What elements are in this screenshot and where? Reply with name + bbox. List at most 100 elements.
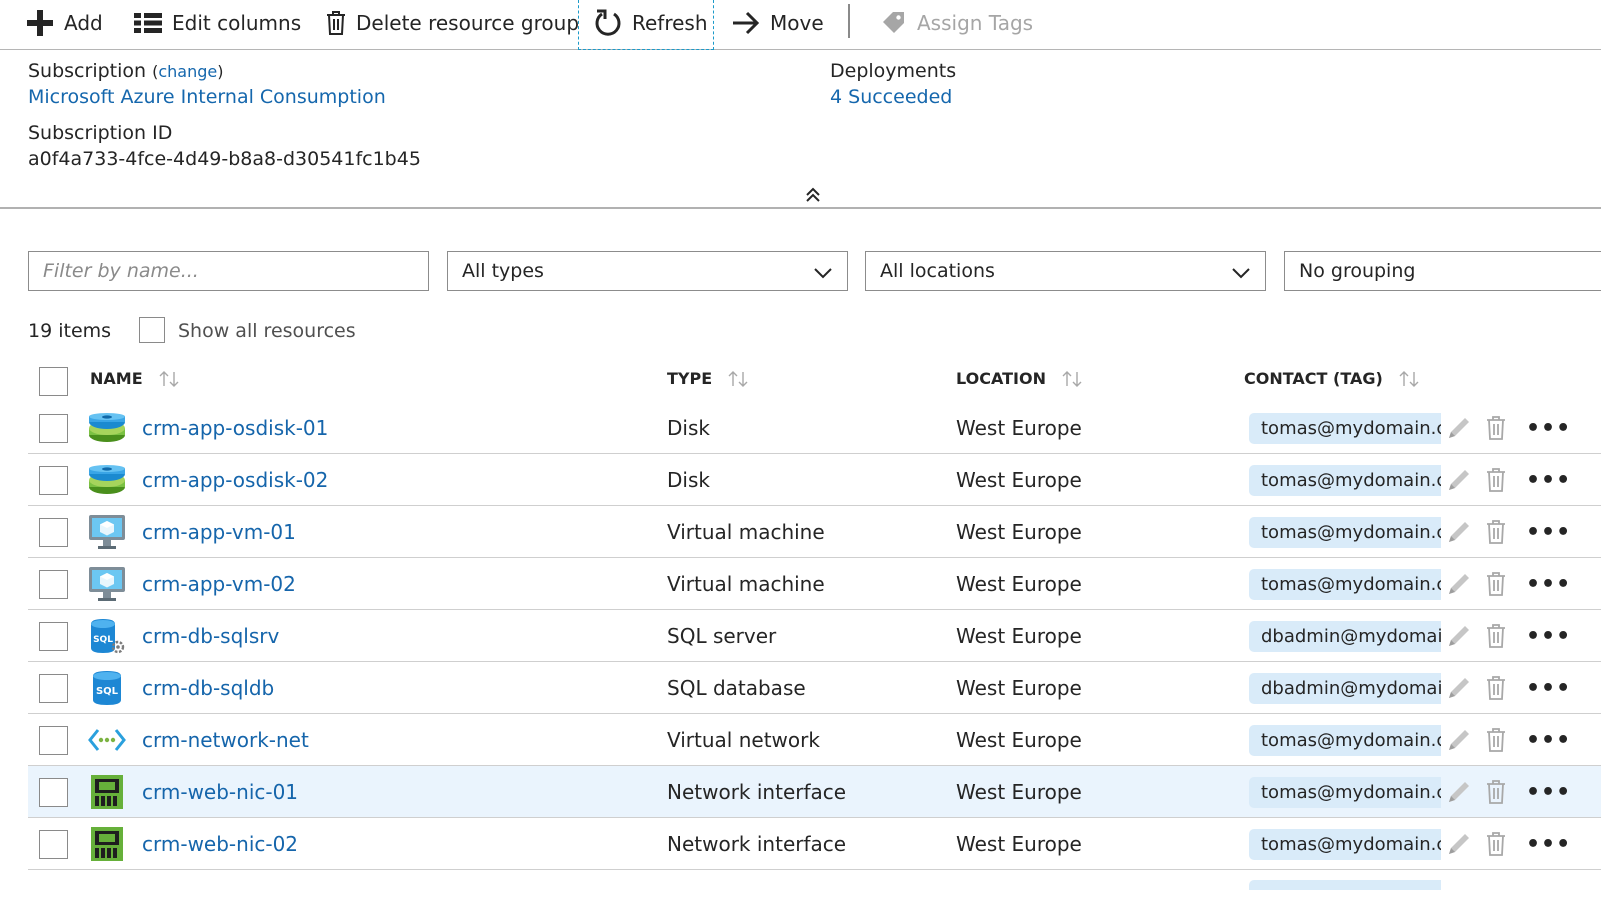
- row-checkbox[interactable]: [39, 830, 68, 859]
- resource-location: West Europe: [956, 832, 1082, 856]
- show-all-resources-checkbox[interactable]: [139, 317, 165, 343]
- types-dropdown[interactable]: All types: [447, 251, 848, 291]
- sort-icon: [1399, 370, 1419, 388]
- more-options-button[interactable]: •••: [1526, 832, 1571, 857]
- edit-columns-button[interactable]: Edit columns: [134, 0, 301, 46]
- resource-name-link[interactable]: crm-app-vm-02: [142, 572, 296, 596]
- resource-location: West Europe: [956, 520, 1082, 544]
- resource-location: West Europe: [956, 572, 1082, 596]
- pencil-icon[interactable]: [1443, 674, 1473, 708]
- table-row[interactable]: crm-web-nic-01 Network interface West Eu…: [28, 766, 1601, 818]
- table-row[interactable]: SQL crm-db-sqlsrv SQL server West Europe…: [28, 610, 1601, 662]
- trash-icon[interactable]: [1486, 728, 1506, 756]
- change-subscription-link[interactable]: change: [158, 62, 217, 81]
- pencil-icon[interactable]: [1443, 726, 1473, 760]
- trash-icon[interactable]: [1486, 572, 1506, 600]
- resource-name-link[interactable]: crm-app-osdisk-02: [142, 468, 328, 492]
- table-row[interactable]: SQL crm-db-sqldb SQL database West Europ…: [28, 662, 1601, 714]
- more-options-button[interactable]: •••: [1526, 676, 1571, 701]
- row-checkbox[interactable]: [39, 518, 68, 547]
- more-options-button[interactable]: •••: [1526, 572, 1571, 597]
- pencil-icon[interactable]: [1443, 570, 1473, 604]
- row-checkbox[interactable]: [39, 674, 68, 703]
- refresh-button[interactable]: Refresh: [594, 0, 708, 46]
- resource-type: Virtual machine: [667, 520, 825, 544]
- resource-name-link[interactable]: crm-network-net: [142, 728, 309, 752]
- pencil-icon[interactable]: [1443, 778, 1473, 812]
- table-row[interactable]: crm-network-net Virtual network West Eur…: [28, 714, 1601, 766]
- contact-tag: tomas@mydomain.co: [1249, 777, 1441, 808]
- subscription-label: Subscription (change): [28, 60, 224, 82]
- types-dropdown-value: All types: [462, 260, 544, 282]
- trash-icon[interactable]: [1486, 468, 1506, 496]
- move-label: Move: [770, 11, 824, 35]
- svg-text:SQL: SQL: [93, 635, 113, 645]
- deployments-link[interactable]: 4 Succeeded: [830, 86, 952, 108]
- delete-resource-group-button[interactable]: Delete resource group: [326, 0, 579, 46]
- toolbar-separator: [848, 4, 850, 38]
- table-row[interactable]: crm-app-osdisk-01 Disk West Europe tomas…: [28, 402, 1601, 454]
- column-header-type-label: TYPE: [667, 369, 713, 388]
- subscription-id-value: a0f4a733-4fce-4d49-b8a8-d30541fc1b45: [28, 148, 421, 170]
- assign-tags-button[interactable]: Assign Tags: [881, 0, 1033, 46]
- trash-icon[interactable]: [1486, 624, 1506, 652]
- trash-icon[interactable]: [1486, 676, 1506, 704]
- contact-tag: tomas@mydomain.co: [1249, 413, 1441, 444]
- more-options-button[interactable]: •••: [1526, 416, 1571, 441]
- column-header-type[interactable]: TYPE: [667, 369, 748, 388]
- trash-icon[interactable]: [1486, 520, 1506, 548]
- subscription-name-link[interactable]: Microsoft Azure Internal Consumption: [28, 86, 386, 108]
- table-row[interactable]: crm-app-vm-01 Virtual machine West Europ…: [28, 506, 1601, 558]
- resource-type: Virtual machine: [667, 572, 825, 596]
- assign-tags-label: Assign Tags: [917, 11, 1034, 35]
- row-checkbox[interactable]: [39, 570, 68, 599]
- more-options-button[interactable]: •••: [1526, 624, 1571, 649]
- row-checkbox[interactable]: [39, 414, 68, 443]
- more-options-button[interactable]: •••: [1526, 780, 1571, 805]
- collapse-essentials-icon[interactable]: [803, 185, 823, 205]
- contact-tag: tomas@mydomain.co: [1249, 569, 1441, 600]
- grouping-dropdown[interactable]: No grouping: [1284, 251, 1601, 291]
- locations-dropdown[interactable]: All locations: [865, 251, 1266, 291]
- resource-type: Network interface: [667, 780, 847, 804]
- trash-icon[interactable]: [1486, 780, 1506, 808]
- resource-name-link[interactable]: crm-app-osdisk-01: [142, 416, 328, 440]
- resource-name-link[interactable]: crm-web-nic-02: [142, 832, 298, 856]
- pencil-icon[interactable]: [1443, 622, 1473, 656]
- table-row[interactable]: crm-web-nic-02 Network interface West Eu…: [28, 818, 1601, 870]
- pencil-icon[interactable]: [1443, 466, 1473, 500]
- row-checkbox[interactable]: [39, 466, 68, 495]
- filter-by-name-input[interactable]: Filter by name...: [28, 251, 429, 291]
- refresh-label: Refresh: [632, 11, 708, 35]
- pencil-icon[interactable]: [1443, 414, 1473, 448]
- trash-icon[interactable]: [1486, 832, 1506, 860]
- resource-name-link[interactable]: crm-app-vm-01: [142, 520, 296, 544]
- resource-name-link[interactable]: crm-db-sqldb: [142, 676, 274, 700]
- select-all-checkbox[interactable]: [39, 367, 68, 396]
- column-header-contact[interactable]: CONTACT (TAG): [1244, 369, 1419, 388]
- column-header-location[interactable]: LOCATION: [956, 369, 1082, 388]
- show-all-resources-label[interactable]: Show all resources: [178, 320, 356, 342]
- trash-icon[interactable]: [1486, 416, 1506, 444]
- row-checkbox[interactable]: [39, 726, 68, 755]
- more-options-button[interactable]: •••: [1526, 468, 1571, 493]
- resource-name-link[interactable]: crm-db-sqlsrv: [142, 624, 279, 648]
- resource-name-link[interactable]: crm-web-nic-01: [142, 780, 298, 804]
- column-header-name[interactable]: NAME: [90, 369, 179, 388]
- table-row[interactable]: crm-app-osdisk-02 Disk West Europe tomas…: [28, 454, 1601, 506]
- sql-database-icon: SQL: [88, 670, 126, 706]
- table-row[interactable]: crm-app-vm-02 Virtual machine West Europ…: [28, 558, 1601, 610]
- pencil-icon[interactable]: [1443, 830, 1473, 864]
- resource-location: West Europe: [956, 416, 1082, 440]
- more-options-button[interactable]: •••: [1526, 520, 1571, 545]
- change-close-paren: ): [217, 62, 224, 81]
- resource-location: West Europe: [956, 624, 1082, 648]
- resource-type: Virtual network: [667, 728, 820, 752]
- more-options-button[interactable]: •••: [1526, 728, 1571, 753]
- row-checkbox[interactable]: [39, 622, 68, 651]
- row-checkbox[interactable]: [39, 778, 68, 807]
- move-button[interactable]: Move: [732, 0, 824, 46]
- virtual-machine-icon: [88, 566, 126, 602]
- add-button[interactable]: Add: [26, 0, 103, 46]
- pencil-icon[interactable]: [1443, 518, 1473, 552]
